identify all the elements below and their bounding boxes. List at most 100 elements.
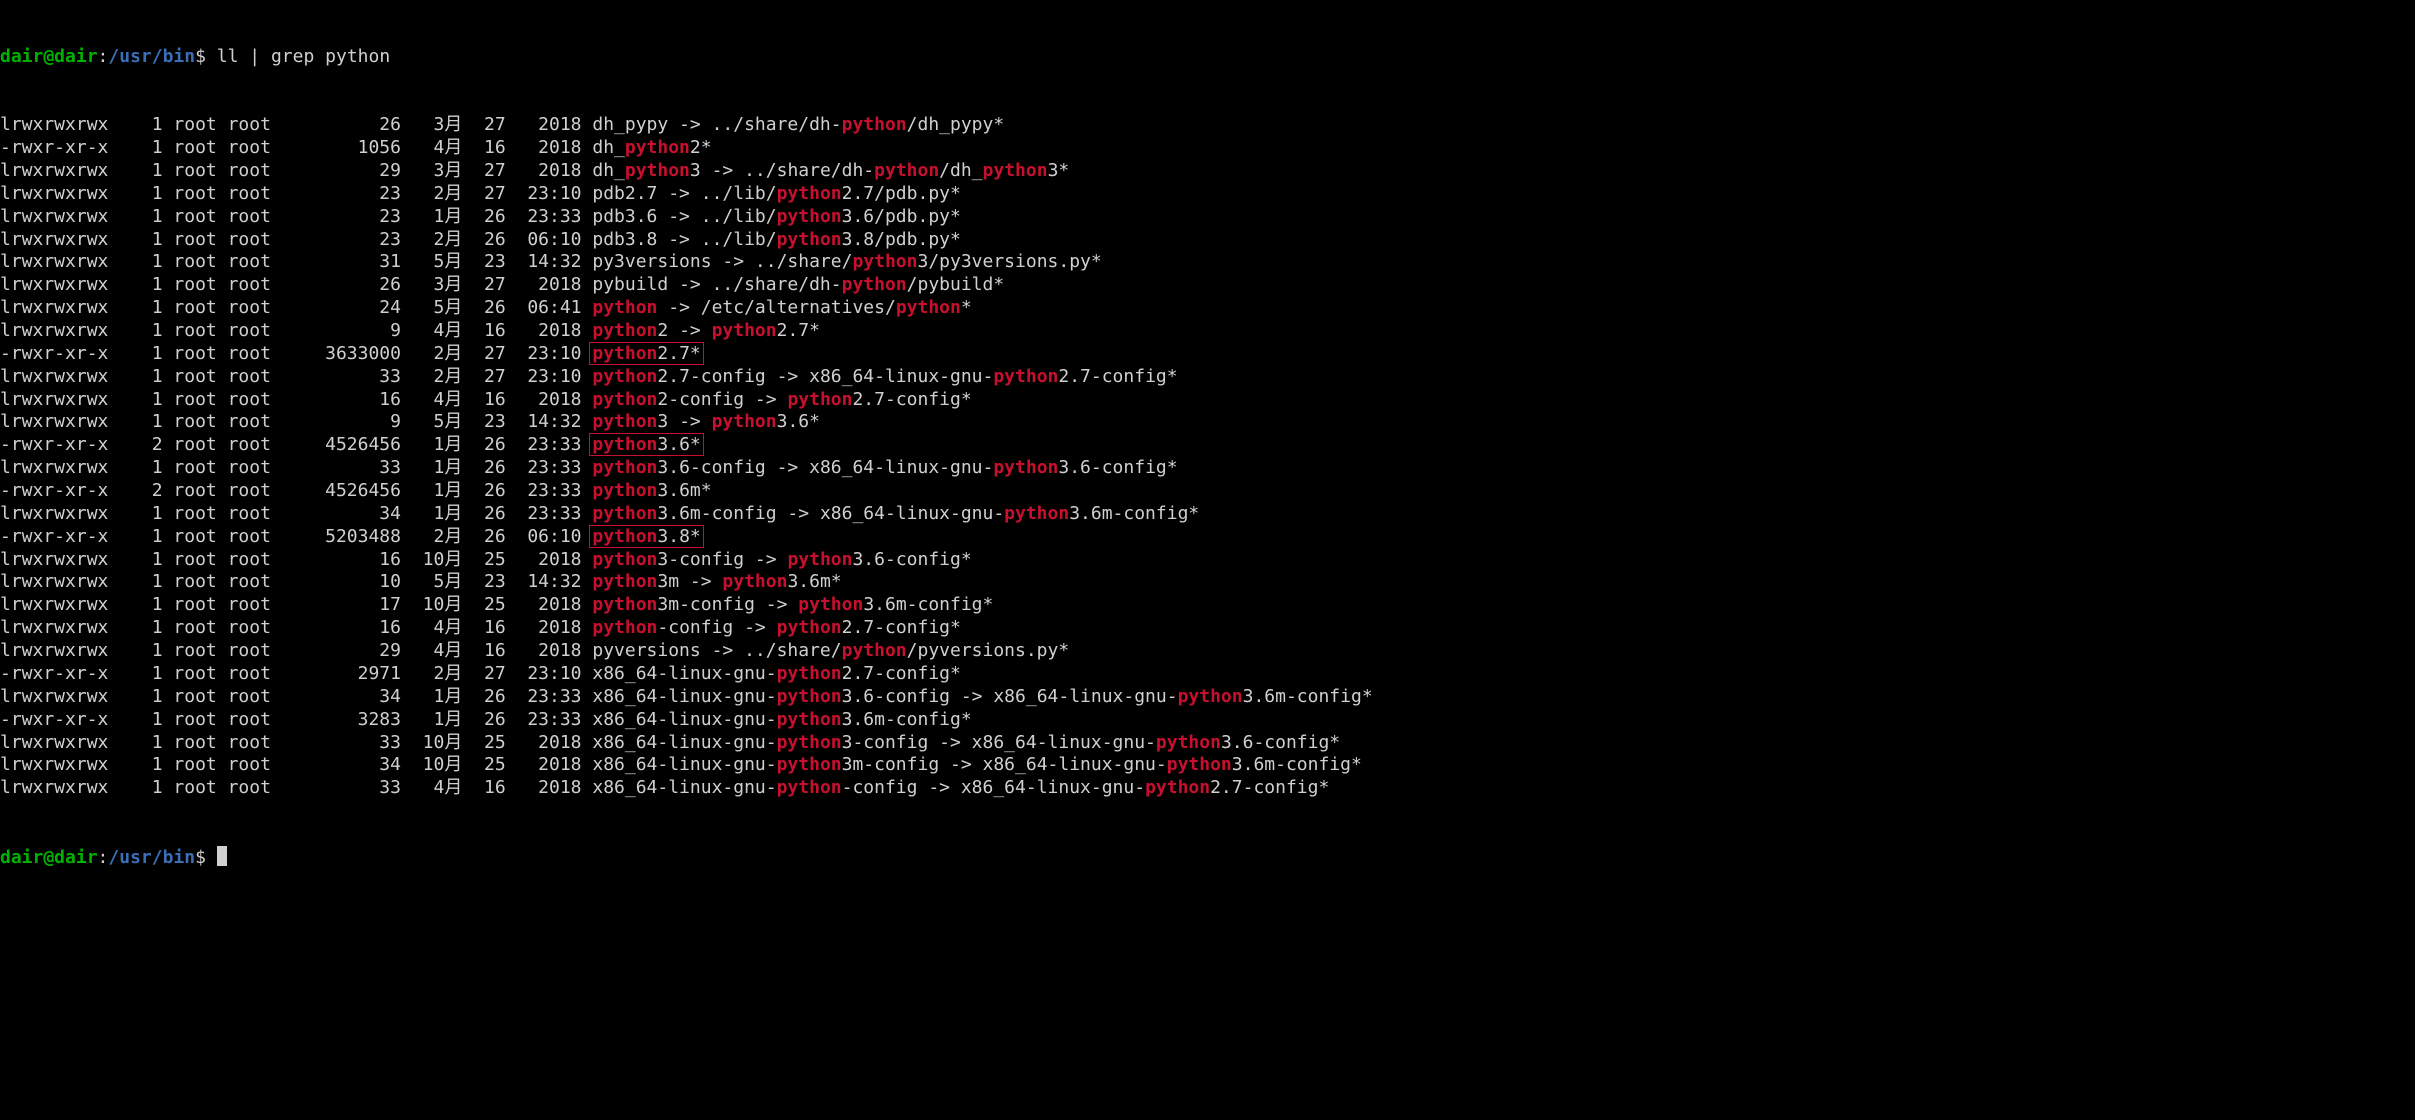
row-filename: x86_64-linux-gnu-python3.6m-config* [592, 709, 971, 730]
table-row: lrwxrwxrwx 1 root root 33 10月 25 2018 x8… [0, 732, 2411, 755]
row-meta: -rwxr-xr-x 2 root root 4526456 1月 26 23:… [0, 480, 592, 501]
prompt-dollar: $ [195, 46, 217, 67]
grep-match: python [592, 617, 657, 638]
row-filename: python3-config -> python3.6-config* [592, 549, 971, 570]
grep-match: python [777, 754, 842, 775]
grep-match: python [993, 366, 1058, 387]
row-filename: pyversions -> ../share/python/pyversions… [592, 640, 1069, 661]
grep-match: python [592, 457, 657, 478]
row-meta: lrwxrwxrwx 1 root root 33 1月 26 23:33 [0, 457, 592, 478]
row-filename: python2-config -> python2.7-config* [592, 389, 971, 410]
row-meta: lrwxrwxrwx 1 root root 23 2月 26 06:10 [0, 229, 592, 250]
grep-match: python [842, 114, 907, 135]
cursor [217, 846, 227, 866]
row-filename: dh_python3 -> ../share/dh-python/dh_pyth… [592, 160, 1069, 181]
grep-match: python [1167, 754, 1232, 775]
row-filename: python3.8* [589, 525, 703, 548]
row-meta: lrwxrwxrwx 1 root root 9 5月 23 14:32 [0, 411, 592, 432]
prompt-path: /usr/bin [108, 847, 195, 868]
grep-match: python [777, 229, 842, 250]
row-filename: python3m -> python3.6m* [592, 571, 841, 592]
grep-match: python [787, 389, 852, 410]
grep-match: python [592, 411, 657, 432]
table-row: -rwxr-xr-x 1 root root 2971 2月 27 23:10 … [0, 663, 2411, 686]
prompt-user: dair@dair [0, 847, 98, 868]
row-meta: -rwxr-xr-x 1 root root 2971 2月 27 23:10 [0, 663, 592, 684]
grep-match: python [592, 526, 657, 547]
grep-match: python [592, 343, 657, 364]
table-row: lrwxrwxrwx 1 root root 29 3月 27 2018 dh_… [0, 160, 2411, 183]
grep-match: python [592, 571, 657, 592]
table-row: lrwxrwxrwx 1 root root 34 1月 26 23:33 py… [0, 503, 2411, 526]
row-meta: lrwxrwxrwx 1 root root 16 10月 25 2018 [0, 549, 592, 570]
table-row: -rwxr-xr-x 1 root root 1056 4月 16 2018 d… [0, 137, 2411, 160]
grep-match: python [842, 274, 907, 295]
grep-match: python [592, 434, 657, 455]
grep-match: python [852, 251, 917, 272]
grep-match: python [592, 549, 657, 570]
row-filename: pdb3.6 -> ../lib/python3.6/pdb.py* [592, 206, 960, 227]
table-row: lrwxrwxrwx 1 root root 31 5月 23 14:32 py… [0, 251, 2411, 274]
table-row: lrwxrwxrwx 1 root root 29 4月 16 2018 pyv… [0, 640, 2411, 663]
table-row: lrwxrwxrwx 1 root root 34 1月 26 23:33 x8… [0, 686, 2411, 709]
row-filename: dh_python2* [592, 137, 711, 158]
prompt-line: dair@dair:/usr/bin$ ll | grep python [0, 46, 2411, 69]
row-filename: pdb3.8 -> ../lib/python3.8/pdb.py* [592, 229, 960, 250]
row-filename: pybuild -> ../share/dh-python/pybuild* [592, 274, 1004, 295]
row-meta: lrwxrwxrwx 1 root root 17 10月 25 2018 [0, 594, 592, 615]
row-meta: lrwxrwxrwx 1 root root 23 2月 27 23:10 [0, 183, 592, 204]
row-filename: python3m-config -> python3.6m-config* [592, 594, 993, 615]
row-filename: x86_64-linux-gnu-python3-config -> x86_6… [592, 732, 1340, 753]
table-row: lrwxrwxrwx 1 root root 16 4月 16 2018 pyt… [0, 389, 2411, 412]
grep-match: python [777, 732, 842, 753]
grep-match: python [777, 663, 842, 684]
table-row: lrwxrwxrwx 1 root root 23 2月 26 06:10 pd… [0, 229, 2411, 252]
grep-match: python [722, 571, 787, 592]
grep-match: python [896, 297, 961, 318]
prompt-sep: : [98, 847, 109, 868]
grep-match: python [592, 389, 657, 410]
row-meta: lrwxrwxrwx 1 root root 34 1月 26 23:33 [0, 503, 592, 524]
grep-match: python [625, 137, 690, 158]
prompt-user: dair@dair [0, 46, 98, 67]
grep-match: python [798, 594, 863, 615]
row-filename: python3.6* [589, 433, 703, 456]
row-filename: dh_pypy -> ../share/dh-python/dh_pypy* [592, 114, 1004, 135]
grep-match: python [592, 503, 657, 524]
row-meta: lrwxrwxrwx 1 root root 33 4月 16 2018 [0, 777, 592, 798]
table-row: -rwxr-xr-x 2 root root 4526456 1月 26 23:… [0, 480, 2411, 503]
grep-match: python [712, 320, 777, 341]
grep-match: python [777, 183, 842, 204]
row-filename: py3versions -> ../share/python3/py3versi… [592, 251, 1101, 272]
grep-match: python [592, 480, 657, 501]
table-row: lrwxrwxrwx 1 root root 24 5月 26 06:41 py… [0, 297, 2411, 320]
prompt-line-2[interactable]: dair@dair:/usr/bin$ [0, 846, 2411, 870]
prompt-dollar: $ [195, 847, 217, 868]
grep-match: python [874, 160, 939, 181]
row-filename: python3.6m-config -> x86_64-linux-gnu-py… [592, 503, 1199, 524]
grep-match: python [712, 411, 777, 432]
row-meta: lrwxrwxrwx 1 root root 16 4月 16 2018 [0, 389, 592, 410]
row-filename: python3.6m* [592, 480, 711, 501]
row-meta: -rwxr-xr-x 2 root root 4526456 1月 26 23:… [0, 434, 592, 455]
table-row: lrwxrwxrwx 1 root root 33 1月 26 23:33 py… [0, 457, 2411, 480]
grep-match: python [777, 709, 842, 730]
table-row: lrwxrwxrwx 1 root root 9 4月 16 2018 pyth… [0, 320, 2411, 343]
grep-match: python [1156, 732, 1221, 753]
row-meta: -rwxr-xr-x 1 root root 1056 4月 16 2018 [0, 137, 592, 158]
row-filename: python -> /etc/alternatives/python* [592, 297, 971, 318]
row-meta: lrwxrwxrwx 1 root root 9 4月 16 2018 [0, 320, 592, 341]
grep-match: python [777, 206, 842, 227]
grep-match: python [787, 549, 852, 570]
table-row: lrwxrwxrwx 1 root root 23 1月 26 23:33 pd… [0, 206, 2411, 229]
row-filename: x86_64-linux-gnu-python3m-config -> x86_… [592, 754, 1361, 775]
grep-match: python [592, 366, 657, 387]
terminal-output[interactable]: dair@dair:/usr/bin$ ll | grep python lrw… [0, 0, 2415, 893]
row-meta: lrwxrwxrwx 1 root root 31 5月 23 14:32 [0, 251, 592, 272]
grep-match: python [592, 297, 657, 318]
table-row: lrwxrwxrwx 1 root root 33 2月 27 23:10 py… [0, 366, 2411, 389]
grep-match: python [777, 777, 842, 798]
table-row: lrwxrwxrwx 1 root root 33 4月 16 2018 x86… [0, 777, 2411, 800]
table-row: lrwxrwxrwx 1 root root 26 3月 27 2018 dh_… [0, 114, 2411, 137]
row-meta: lrwxrwxrwx 1 root root 26 3月 27 2018 [0, 114, 592, 135]
